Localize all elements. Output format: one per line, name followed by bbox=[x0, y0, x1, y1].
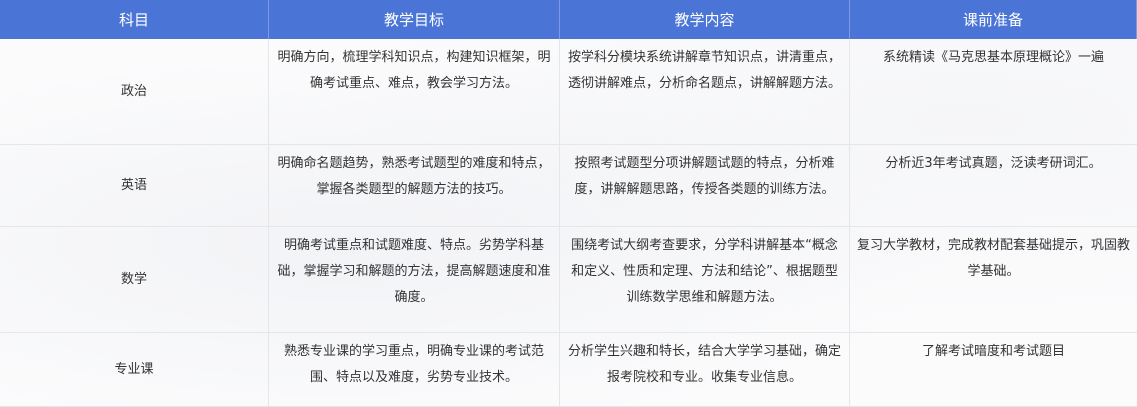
row-content: 按照考试题型分项讲解题试题的特点，分析难度，讲解解题思路，传授各类题的训练方法。 bbox=[560, 145, 850, 227]
row-content: 分析学生兴趣和特长，结合大学学习基础，确定报考院校和专业。收集专业信息。 bbox=[560, 333, 850, 407]
row-subject: 英语 bbox=[0, 145, 269, 227]
header-subject: 科目 bbox=[0, 0, 269, 39]
row-goal: 明确方向，梳理学科知识点，构建知识框架，明确考试重点、难点，教会学习方法。 bbox=[269, 39, 560, 145]
row-goal: 熟悉专业课的学习重点，明确专业课的考试范围、特点以及难度，劣势专业技术。 bbox=[269, 333, 560, 407]
row-prep: 复习大学教材，完成教材配套基础提示，巩固教学基础。 bbox=[850, 227, 1137, 333]
row-subject: 政治 bbox=[0, 39, 269, 145]
row-goal: 明确考试重点和试题难度、特点。劣势学科基础，掌握学习和解题的方法，提高解题速度和… bbox=[269, 227, 560, 333]
row-content: 围绕考试大纲考查要求，分学科讲解基本“概念和定义、性质和定理、方法和结论”、根据… bbox=[560, 227, 850, 333]
header-content: 教学内容 bbox=[560, 0, 850, 39]
header-goal: 教学目标 bbox=[269, 0, 560, 39]
row-subject: 数学 bbox=[0, 227, 269, 333]
row-content: 按学科分模块系统讲解章节知识点，讲清重点，透彻讲解难点，分析命名题点，讲解解题方… bbox=[560, 39, 850, 145]
row-subject: 专业课 bbox=[0, 333, 269, 407]
row-prep: 分析近3年考试真题，泛读考研词汇。 bbox=[850, 145, 1137, 227]
header-prep: 课前准备 bbox=[850, 0, 1137, 39]
row-prep: 系统精读《马克思基本原理概论》一遍 bbox=[850, 39, 1137, 145]
row-prep: 了解考试暗度和考试题目 bbox=[850, 333, 1137, 407]
course-table: 科目 教学目标 教学内容 课前准备 政治 明确方向，梳理学科知识点，构建知识框架… bbox=[0, 0, 1137, 407]
row-goal: 明确命名题趋势，熟悉考试题型的难度和特点，掌握各类题型的解题方法的技巧。 bbox=[269, 145, 560, 227]
